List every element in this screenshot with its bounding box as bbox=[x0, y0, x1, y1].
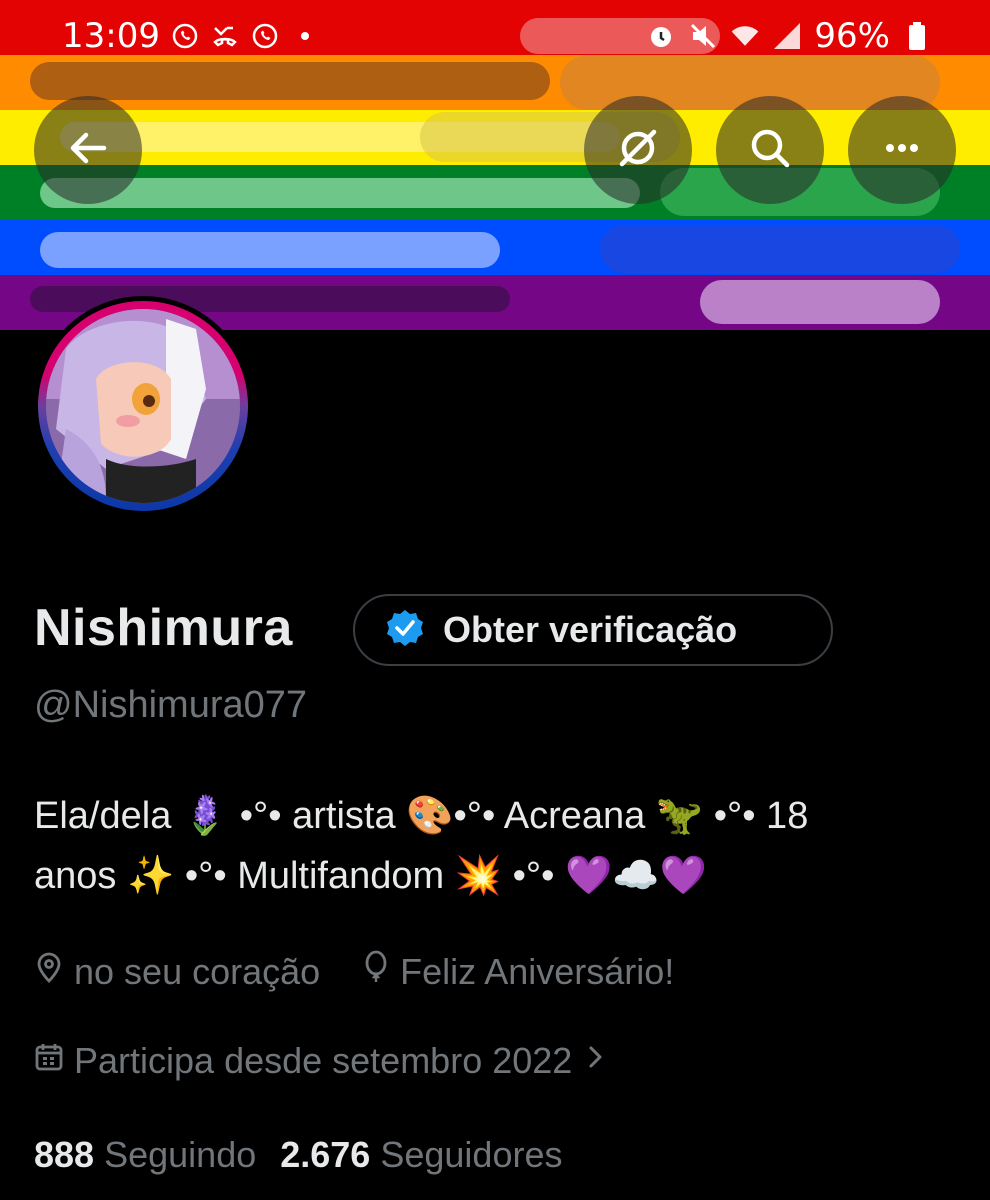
avatar[interactable] bbox=[33, 296, 253, 516]
whatsapp-icon bbox=[170, 21, 200, 51]
following-link[interactable]: 888 Seguindo bbox=[34, 1134, 256, 1176]
followers-link[interactable]: 2.676 Seguidores bbox=[280, 1134, 562, 1176]
followers-label: Seguidores bbox=[380, 1134, 563, 1175]
joined-text: Participa desde setembro 2022 bbox=[74, 1040, 573, 1081]
profile-bio: Ela/dela 🪻 •°• artista 🎨•°• Acreana 🦖 •°… bbox=[34, 786, 954, 906]
alarm-icon bbox=[646, 21, 676, 51]
avatar-image bbox=[46, 309, 240, 503]
signal-icon bbox=[772, 21, 802, 51]
back-button[interactable] bbox=[34, 96, 142, 204]
search-button[interactable] bbox=[716, 96, 824, 204]
wifi-icon bbox=[730, 21, 760, 51]
bio-line: Ela/dela 🪻 •°• artista 🎨•°• Acreana 🦖 •°… bbox=[34, 795, 809, 837]
whatsapp-icon bbox=[250, 21, 280, 51]
joined-row[interactable]: Participa desde setembro 2022 bbox=[34, 1040, 608, 1082]
profile-stats: 888 Seguindo 2.676 Seguidores bbox=[34, 1134, 562, 1176]
profile-name: Nishimura bbox=[34, 599, 293, 657]
dot-icon bbox=[290, 21, 320, 51]
profile-meta: no seu coração Feliz Aniversário! bbox=[34, 950, 674, 993]
get-verified-button[interactable]: Obter verificação bbox=[353, 594, 833, 666]
balloon-icon bbox=[362, 950, 390, 993]
mute-icon bbox=[688, 21, 718, 51]
search-icon bbox=[746, 124, 794, 176]
location-icon bbox=[34, 950, 64, 993]
status-time: 13:09 bbox=[62, 16, 160, 56]
profile-handle: @Nishimura077 bbox=[34, 684, 308, 726]
battery-percent: 96% bbox=[814, 16, 890, 56]
avatar-ring bbox=[38, 301, 248, 511]
calendar-icon bbox=[34, 1040, 64, 1082]
birthday-text: Feliz Aniversário! bbox=[400, 950, 675, 992]
bio-line: anos ✨ •°• Multifandom 💥 •°• 💜☁️💜 bbox=[34, 855, 707, 897]
more-button[interactable] bbox=[848, 96, 956, 204]
following-label: Seguindo bbox=[104, 1134, 257, 1175]
get-verified-label: Obter verificação bbox=[443, 609, 738, 650]
more-icon bbox=[878, 124, 926, 176]
missed-call-icon bbox=[210, 21, 240, 51]
arrow-left-icon bbox=[64, 124, 112, 176]
battery-icon bbox=[902, 21, 932, 51]
followers-count: 2.676 bbox=[280, 1134, 371, 1175]
banner-art bbox=[700, 280, 940, 324]
location-text: no seu coração bbox=[74, 950, 321, 992]
banner-art bbox=[600, 225, 960, 273]
status-bar: 13:09 96% bbox=[0, 0, 990, 72]
grok-icon bbox=[614, 124, 662, 176]
verified-badge-icon bbox=[385, 608, 425, 652]
grok-button[interactable] bbox=[584, 96, 692, 204]
banner-art bbox=[40, 232, 500, 268]
following-count: 888 bbox=[34, 1134, 95, 1175]
chevron-right-icon bbox=[582, 1040, 608, 1082]
